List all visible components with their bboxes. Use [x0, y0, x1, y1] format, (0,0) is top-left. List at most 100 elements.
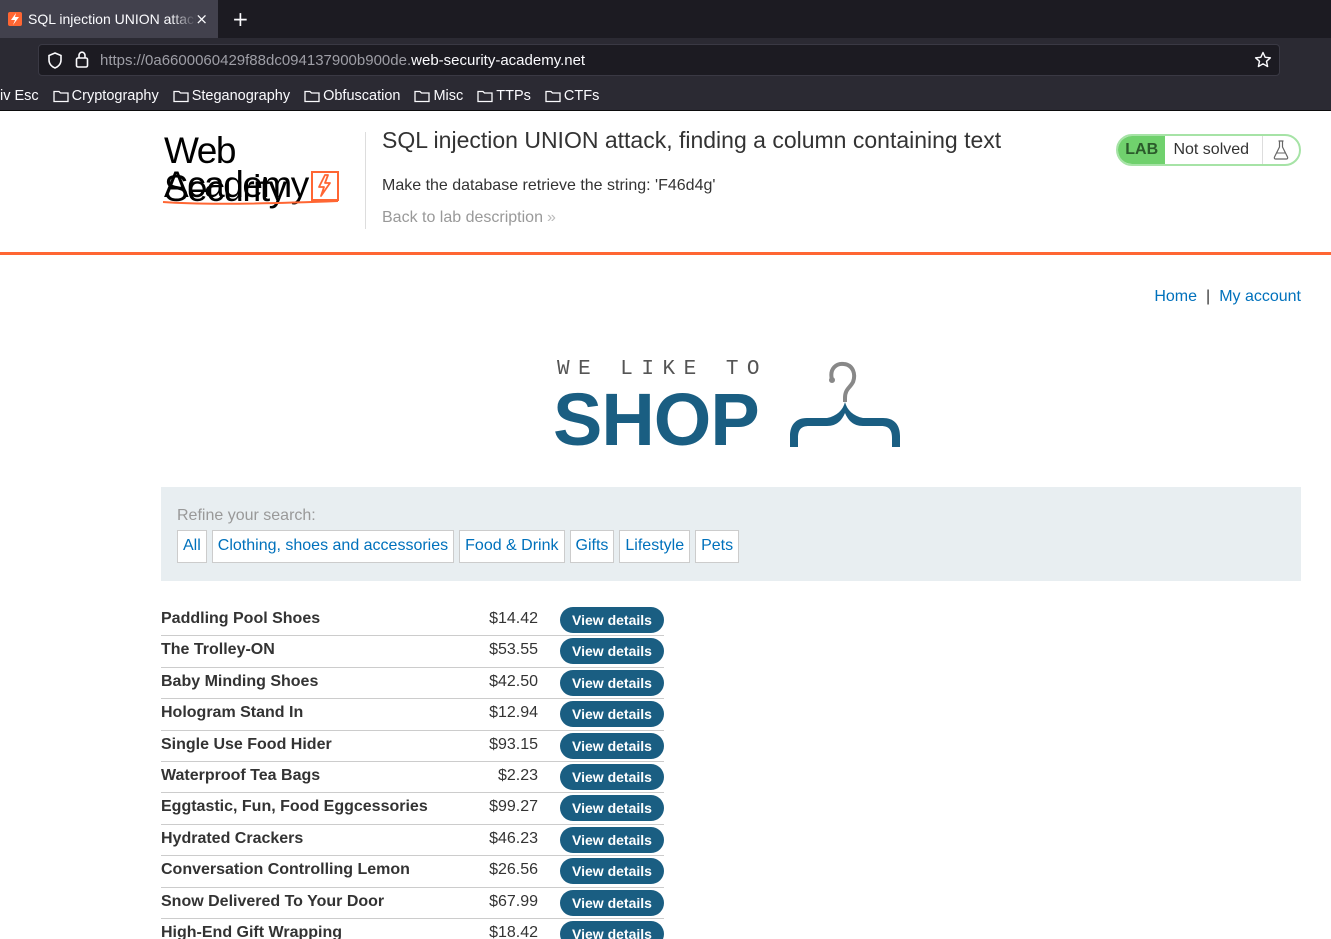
- bookmark-label: Steganography: [191, 88, 291, 104]
- url-host: web-security-academy.net: [411, 52, 586, 69]
- product-price: $12.94: [489, 704, 538, 722]
- filter-all[interactable]: All: [177, 530, 207, 563]
- refine-label: Refine your search:: [177, 507, 316, 524]
- product-name: Snow Delivered To Your Door: [161, 892, 385, 910]
- nav-separator: |: [1206, 288, 1211, 305]
- view-details-button[interactable]: View details: [560, 607, 664, 633]
- hanger-icon: [790, 361, 900, 447]
- bookmark-label: iv Esc: [0, 88, 39, 104]
- product-price: $18.42: [489, 923, 538, 939]
- bookmarks-toolbar: iv Esc Cryptography Steganography Obfusc…: [0, 82, 1331, 111]
- bookmark-item[interactable]: iv Esc: [0, 88, 39, 104]
- bookmark-folder[interactable]: Steganography: [173, 88, 290, 104]
- bookmark-star-icon[interactable]: [1254, 51, 1272, 69]
- product-price: $2.23: [497, 766, 538, 784]
- new-tab-button[interactable]: +: [232, 7, 249, 31]
- tab-title: SQL injection UNION attack, finding a co…: [28, 11, 196, 27]
- bookmark-folder[interactable]: CTFs: [545, 88, 599, 104]
- bookmark-label: CTFs: [563, 88, 600, 104]
- home-link[interactable]: Home: [1154, 288, 1197, 305]
- bookmark-label: Cryptography: [71, 88, 159, 104]
- shop-logo: WE LIKE TO SHOP: [553, 355, 907, 461]
- view-details-button[interactable]: View details: [560, 858, 664, 885]
- back-link-label: Back to lab description: [382, 209, 543, 226]
- product-name: Eggtastic, Fun, Food Eggcessories: [161, 798, 428, 816]
- back-to-lab-description-link[interactable]: Back to lab description»: [382, 209, 556, 227]
- bookmark-folder[interactable]: TTPs: [477, 88, 531, 104]
- view-details-button[interactable]: View details: [560, 889, 664, 916]
- product-name: High-End Gift Wrapping: [161, 923, 343, 939]
- table-row: Paddling Pool Shoes $14.42 View details: [161, 605, 664, 637]
- tab-close-icon[interactable]: ×: [195, 10, 208, 28]
- folder-icon: [414, 90, 431, 103]
- view-details-button[interactable]: View details: [560, 732, 664, 759]
- product-price: $46.23: [489, 829, 538, 847]
- view-details-button[interactable]: View details: [560, 795, 664, 822]
- bookmark-folder[interactable]: Misc: [414, 88, 463, 104]
- table-row: Eggtastic, Fun, Food Eggcessories $99.27 V…: [161, 793, 664, 825]
- filter-pets[interactable]: Pets: [695, 530, 740, 563]
- filter-food-drink[interactable]: Food & Drink: [459, 530, 565, 563]
- lab-header: Web Security Academy SQL injection UNION…: [0, 112, 1331, 255]
- filter-clothing[interactable]: Clothing, shoes and accessories: [211, 530, 455, 563]
- table-row: Snow Delivered To Your Door $67.99 View de…: [161, 888, 664, 919]
- folder-icon: [477, 90, 493, 103]
- product-name: Waterproof Tea Bags: [161, 766, 321, 784]
- top-nav: Home | My account: [1154, 288, 1301, 306]
- browser-tab-bar: SQL injection UNION attack, finding a co…: [0, 0, 1331, 38]
- logo-underline: [162, 200, 339, 205]
- product-name: The Trolley-ON: [161, 641, 275, 659]
- product-name: Hologram Stand In: [161, 704, 304, 722]
- browser-nav-bar: https://0a6600060429f88dc094137900b900de…: [0, 38, 1331, 82]
- product-price: $93.15: [489, 735, 538, 753]
- chevron-right-icon: »: [546, 209, 556, 226]
- filter-gifts[interactable]: Gifts: [569, 530, 615, 563]
- my-account-link[interactable]: My account: [1219, 288, 1301, 305]
- table-row: High-End Gift Wrapping $18.42 View details: [161, 919, 664, 939]
- shield-icon[interactable]: [47, 52, 63, 69]
- url-bar[interactable]: https://0a6600060429f88dc094137900b900de…: [38, 44, 1280, 76]
- bookmark-folder[interactable]: Cryptography: [53, 88, 159, 104]
- lab-status-widget: LAB Not solved: [1116, 134, 1301, 166]
- web-security-academy-logo[interactable]: Web Security Academy: [162, 132, 364, 208]
- product-price: $99.27: [489, 798, 538, 816]
- table-row: Hologram Stand In $12.94 View details: [161, 699, 664, 731]
- url-prefix: https://0a6600060429f88dc094137900b900de…: [100, 52, 412, 69]
- view-details-button[interactable]: View details: [560, 669, 664, 696]
- product-price: $42.50: [489, 672, 538, 690]
- url-text[interactable]: https://0a6600060429f88dc094137900b900de…: [100, 52, 585, 69]
- folder-icon: [173, 90, 189, 103]
- table-row: Conversation Controlling Lemon $26.56 View…: [161, 856, 664, 888]
- header-divider: [365, 132, 366, 229]
- view-details-button[interactable]: View details: [560, 920, 664, 939]
- logo-line2: Academy: [164, 164, 309, 205]
- product-price: $26.56: [489, 861, 538, 879]
- table-row: Baby Minding Shoes $42.50 View details: [161, 668, 664, 700]
- view-details-button[interactable]: View details: [560, 763, 664, 790]
- shop-word: SHOP: [553, 378, 760, 461]
- bookmark-label: Misc: [433, 88, 464, 104]
- folder-icon: [304, 90, 320, 103]
- folder-icon: [545, 90, 561, 103]
- product-name: Conversation Controlling Lemon: [161, 861, 410, 879]
- bookmark-label: TTPs: [496, 88, 531, 104]
- lock-icon[interactable]: [75, 51, 89, 68]
- product-price: $67.99: [489, 892, 538, 910]
- category-filters: All Clothing, shoes and accessories Food…: [177, 530, 744, 563]
- bookmark-folder[interactable]: Obfuscation: [304, 88, 400, 104]
- product-name: Hydrated Crackers: [161, 829, 304, 847]
- lab-status-text: Not solved: [1173, 141, 1250, 158]
- filter-lifestyle[interactable]: Lifestyle: [619, 530, 691, 563]
- refine-search-panel: Refine your search: All Clothing, shoes …: [161, 487, 1301, 581]
- folder-icon: [53, 90, 69, 103]
- portswigger-favicon-icon: [8, 12, 22, 26]
- product-name: Paddling Pool Shoes: [161, 610, 321, 627]
- view-details-button[interactable]: View details: [560, 701, 664, 728]
- product-price: $14.42: [489, 610, 538, 627]
- browser-tab[interactable]: SQL injection UNION attack, finding a co…: [0, 0, 218, 38]
- product-name: Baby Minding Shoes: [161, 672, 319, 690]
- product-name: Single Use Food Hider: [161, 735, 332, 753]
- view-details-button[interactable]: View details: [560, 826, 664, 853]
- view-details-button[interactable]: View details: [560, 638, 664, 665]
- table-row: Single Use Food Hider $93.15 View details: [161, 731, 664, 762]
